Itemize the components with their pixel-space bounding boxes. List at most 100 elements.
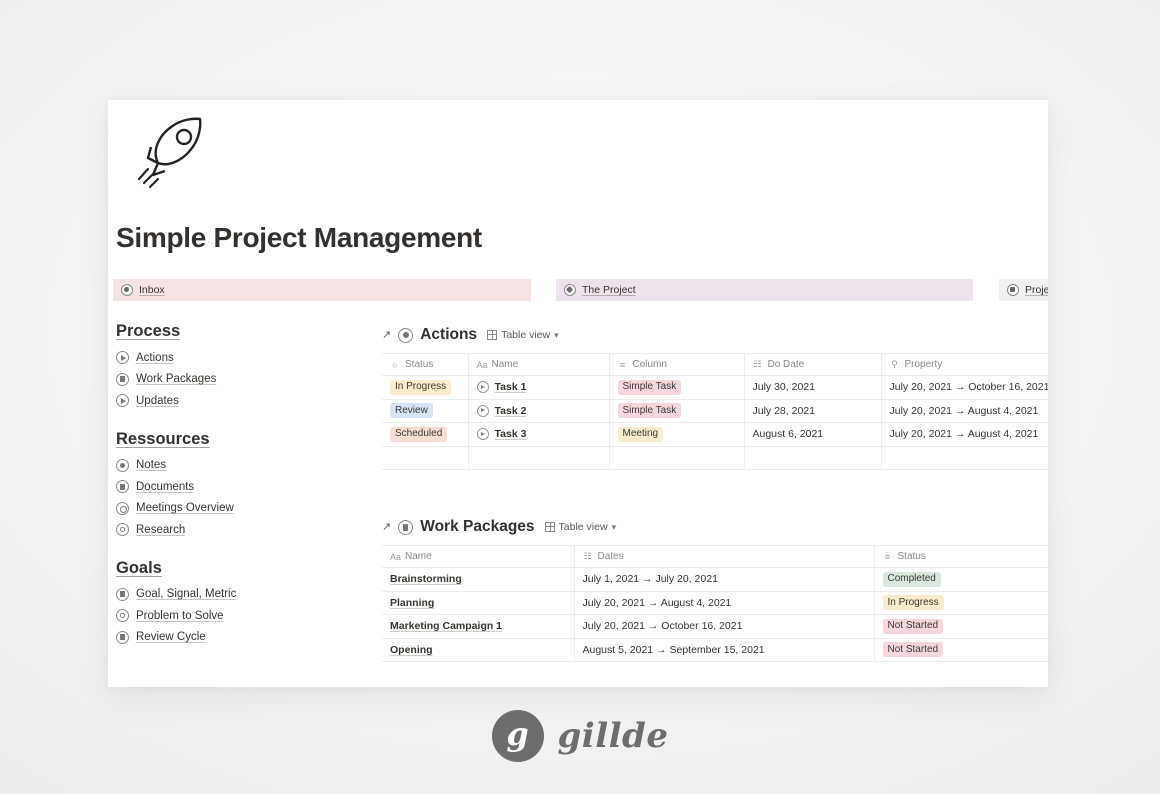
cell-status[interactable]: Not Started: [874, 614, 1048, 639]
table-row-empty[interactable]: [382, 446, 1048, 470]
sidebar-item-documents[interactable]: Documents: [116, 476, 366, 498]
row-title: Brainstorming: [390, 573, 462, 586]
cell-empty[interactable]: [881, 446, 1048, 470]
column-header-dates[interactable]: ☷ Dates: [574, 545, 875, 568]
cell-do-date[interactable]: July 30, 2021: [744, 375, 882, 400]
nav-group-process: Process Actions Work Packages Updates: [116, 322, 366, 412]
callout-inbox[interactable]: Inbox: [113, 279, 531, 301]
status-badge: Review: [390, 403, 433, 419]
gillde-logo: g gillde: [0, 710, 1160, 762]
cell-name[interactable]: Task 1: [468, 375, 610, 400]
sidebar-item-notes[interactable]: Notes: [116, 455, 366, 477]
sidebar-item-meetings-overview[interactable]: Meetings Overview: [116, 498, 366, 520]
cell-status[interactable]: Review: [382, 399, 469, 423]
cell-do-date[interactable]: August 6, 2021: [744, 422, 882, 447]
cell-status[interactable]: Not Started: [874, 638, 1048, 662]
view-selector-work-packages[interactable]: Table view ▾: [544, 521, 616, 533]
status-badge: Not Started: [882, 642, 944, 658]
column-header-column[interactable]: ≡ Column: [609, 353, 745, 376]
cell-dates[interactable]: July 20, 2021 → October 16, 2021: [574, 614, 875, 639]
callout-the-project[interactable]: The Project: [556, 279, 973, 301]
cell-dates[interactable]: August 5, 2021 → September 15, 2021: [574, 638, 875, 662]
cell-name[interactable]: Task 3: [468, 422, 610, 447]
nav-heading: Process: [116, 322, 181, 340]
cell-empty[interactable]: [382, 446, 469, 470]
column-header-label: Name: [491, 359, 519, 370]
cell-property[interactable]: July 20, 2021 → October 16, 2021: [881, 375, 1048, 400]
sidebar-item-review-cycle[interactable]: Review Cycle: [116, 627, 366, 649]
table-row[interactable]: In Progress Task 1 Simple Task July 30, …: [382, 375, 1048, 400]
column-header-label: Status: [405, 359, 434, 370]
cell-property[interactable]: July 20, 2021 → August 4, 2021: [881, 399, 1048, 423]
status-badge: Scheduled: [390, 426, 448, 442]
column-header-status[interactable]: ≡ Status: [874, 545, 1048, 568]
cell-empty[interactable]: [609, 446, 745, 470]
circle-play-icon: [476, 381, 489, 394]
sidebar-item-actions[interactable]: Actions: [116, 347, 366, 369]
cell-name[interactable]: Planning: [382, 591, 575, 615]
column-header-name[interactable]: Aa Name: [468, 353, 610, 376]
cell-name[interactable]: Brainstorming: [382, 567, 575, 592]
circle-play-icon: [476, 404, 489, 417]
column-header-label: Do Date: [767, 359, 805, 370]
sidebar-item-work-packages[interactable]: Work Packages: [116, 369, 366, 391]
column-header-label: Column: [632, 359, 667, 370]
cell-column[interactable]: Meeting: [609, 422, 745, 447]
column-header-do-date[interactable]: ☷ Do Date: [744, 353, 882, 376]
cell-status[interactable]: Scheduled: [382, 422, 469, 447]
cell-name[interactable]: Opening: [382, 638, 575, 662]
callout-label: Projec: [1025, 284, 1048, 296]
text-aa-icon: Aa: [476, 359, 488, 370]
table-row[interactable]: Opening August 5, 2021 → September 15, 2…: [382, 638, 1048, 662]
cell-status[interactable]: In Progress: [874, 591, 1048, 615]
cell-empty[interactable]: [468, 446, 610, 470]
sidebar-item-research[interactable]: Research: [116, 519, 366, 541]
calendar-icon: ☷: [583, 551, 592, 561]
sidebar-item-goal-signal-metric[interactable]: Goal, Signal, Metric: [116, 584, 366, 606]
sidebar-item-problem-to-solve[interactable]: Problem to Solve: [116, 605, 366, 627]
cell-empty[interactable]: [744, 446, 882, 470]
callout-label: Inbox: [139, 284, 165, 296]
circle-r-icon: [116, 630, 129, 644]
column-header-name[interactable]: Aa Name: [382, 545, 575, 568]
table-row[interactable]: Marketing Campaign 1 July 20, 2021 → Oct…: [382, 614, 1048, 639]
rocket-icon: [137, 117, 202, 189]
sidebar-item-label: Documents: [136, 480, 195, 493]
row-title: Opening: [390, 643, 433, 656]
view-selector-actions[interactable]: Table view ▾: [487, 329, 559, 341]
arrow-up-right-icon[interactable]: ↗: [382, 328, 391, 341]
arrow-up-right-icon[interactable]: ↗: [382, 520, 391, 533]
column-header-property[interactable]: ⚲ Property: [881, 353, 1048, 376]
status-badge: In Progress: [882, 595, 944, 611]
cell-do-date[interactable]: July 28, 2021: [744, 399, 882, 423]
status-badge: Not Started: [882, 618, 944, 634]
column-header-status[interactable]: ○ Status: [382, 353, 469, 376]
cell-name[interactable]: Task 2: [468, 399, 610, 423]
callout-project[interactable]: Projec: [999, 279, 1048, 301]
row-title: Marketing Campaign 1: [390, 620, 503, 633]
cell-column[interactable]: Simple Task: [609, 399, 745, 423]
cell-dates[interactable]: July 20, 2021 → August 4, 2021: [574, 591, 875, 615]
table-row[interactable]: Scheduled Task 3 Meeting August 6, 2021 …: [382, 422, 1048, 447]
cell-property[interactable]: July 20, 2021 → August 4, 2021: [881, 422, 1048, 447]
column-header-label: Property: [904, 359, 943, 370]
status-badge: In Progress: [390, 379, 452, 395]
table-row[interactable]: Brainstorming July 1, 2021 → July 20, 20…: [382, 567, 1048, 592]
sidebar-item-label: Research: [136, 523, 186, 536]
sidebar-item-updates[interactable]: Updates: [116, 390, 366, 412]
cell-column[interactable]: Simple Task: [609, 375, 745, 400]
row-title: Task 3: [494, 428, 527, 441]
sidebar-item-label: Updates: [136, 394, 179, 407]
nav-heading: Ressources: [116, 429, 210, 448]
row-title: Task 1: [494, 381, 527, 394]
cell-status[interactable]: In Progress: [382, 375, 469, 400]
table-row[interactable]: Planning July 20, 2021 → August 4, 2021 …: [382, 591, 1048, 615]
circle-play-icon: [116, 351, 129, 365]
cell-dates[interactable]: July 1, 2021 → July 20, 2021: [574, 567, 875, 592]
sidebar-item-label: Meetings Overview: [136, 502, 234, 515]
table-row[interactable]: Review Task 2 Simple Task July 28, 2021 …: [382, 399, 1048, 423]
cell-name[interactable]: Marketing Campaign 1: [382, 614, 575, 639]
column-header-label: Name: [405, 551, 432, 562]
table-header-row: ○ Status Aa Name ≡ Column ☷ Do Date ⚲ Propert…: [382, 353, 1048, 376]
cell-status[interactable]: Completed: [874, 567, 1048, 592]
